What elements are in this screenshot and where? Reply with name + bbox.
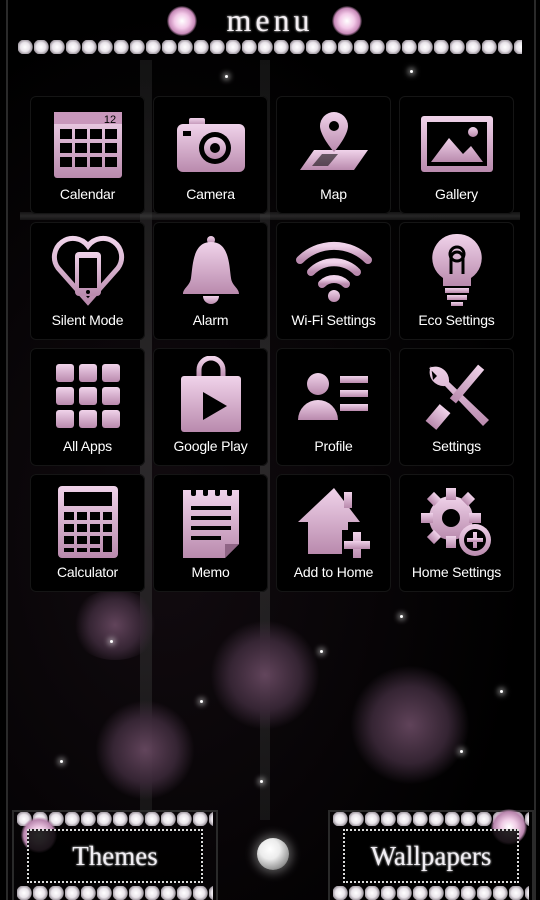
sparkle: [460, 750, 463, 753]
map-icon: [294, 104, 374, 184]
sparkle: [260, 780, 263, 783]
calculator-icon: [48, 482, 128, 562]
gear-plus-icon: [417, 482, 497, 562]
wallpapers-label: Wallpapers: [370, 840, 492, 871]
app-camera[interactable]: Camera: [153, 96, 268, 214]
notepad-icon: [171, 482, 251, 562]
profile-icon: [294, 356, 374, 436]
app-google-play[interactable]: Google Play: [153, 348, 268, 466]
app-silent-mode[interactable]: Silent Mode: [30, 222, 145, 340]
background-flower: [95, 700, 195, 800]
app-map[interactable]: Map: [276, 96, 391, 214]
app-label: Google Play: [173, 438, 248, 454]
wallpapers-button-frame: Wallpapers: [343, 829, 519, 883]
app-calendar[interactable]: 12 Calendar: [30, 96, 145, 214]
app-all-apps[interactable]: All Apps: [30, 348, 145, 466]
app-home-settings[interactable]: Home Settings: [399, 474, 514, 592]
app-calculator[interactable]: Calculator: [30, 474, 145, 592]
pearl-border: [17, 886, 213, 900]
bell-icon: [171, 230, 251, 310]
wifi-icon: [294, 230, 374, 310]
silent-mode-icon: [48, 230, 128, 310]
app-label: Camera: [186, 186, 235, 202]
app-label: Memo: [191, 564, 230, 580]
app-add-to-home[interactable]: Add to Home: [276, 474, 391, 592]
lightbulb-icon: [417, 230, 497, 310]
app-label: Alarm: [192, 312, 229, 328]
app-label: Settings: [432, 438, 481, 454]
app-memo[interactable]: Memo: [153, 474, 268, 592]
app-label: Wi-Fi Settings: [291, 312, 376, 328]
app-profile[interactable]: Profile: [276, 348, 391, 466]
app-label: Add to Home: [293, 564, 374, 580]
add-home-icon: [294, 482, 374, 562]
app-eco-settings[interactable]: Eco Settings: [399, 222, 514, 340]
themes-button-frame: Themes: [27, 829, 203, 883]
sparkle: [110, 640, 113, 643]
pearl-decoration-icon: [257, 838, 289, 870]
gallery-icon: [417, 104, 497, 184]
sparkle: [400, 615, 403, 618]
sparkle: [60, 760, 63, 763]
header: menu: [0, 0, 540, 56]
app-label: Profile: [314, 438, 353, 454]
app-label: Home Settings: [411, 564, 502, 580]
background-flower: [70, 590, 160, 660]
app-label: Map: [320, 186, 347, 202]
grid-icon: [48, 356, 128, 436]
wallpapers-button[interactable]: Wallpapers: [330, 809, 532, 900]
sparkle: [500, 690, 503, 693]
camera-icon: [171, 104, 251, 184]
pearl-border: [333, 886, 529, 900]
app-gallery[interactable]: Gallery: [399, 96, 514, 214]
app-settings[interactable]: Settings: [399, 348, 514, 466]
tools-icon: [417, 356, 497, 436]
app-label: Silent Mode: [51, 312, 124, 328]
app-label: All Apps: [63, 438, 112, 454]
background-flower: [210, 620, 320, 730]
pearl-border: [18, 40, 522, 54]
themes-label: Themes: [72, 840, 158, 871]
sparkle: [320, 650, 323, 653]
app-grid: 12 Calendar Camera Map Gallery Silent Mo…: [26, 92, 518, 596]
sparkle: [200, 700, 203, 703]
themes-button[interactable]: Themes: [14, 812, 216, 900]
flower-decoration-icon: [332, 6, 362, 36]
play-store-icon: [171, 356, 251, 436]
calendar-badge: 12: [103, 114, 115, 126]
page-title: menu: [226, 2, 314, 38]
sparkle: [410, 70, 413, 73]
app-label: Gallery: [435, 186, 478, 202]
app-label: Calendar: [59, 186, 116, 202]
calendar-icon: 12: [48, 104, 128, 184]
app-label: Eco Settings: [418, 312, 495, 328]
app-label: Calculator: [56, 564, 119, 580]
background-flower: [350, 665, 470, 785]
sparkle: [225, 75, 228, 78]
app-wifi-settings[interactable]: Wi-Fi Settings: [276, 222, 391, 340]
app-alarm[interactable]: Alarm: [153, 222, 268, 340]
